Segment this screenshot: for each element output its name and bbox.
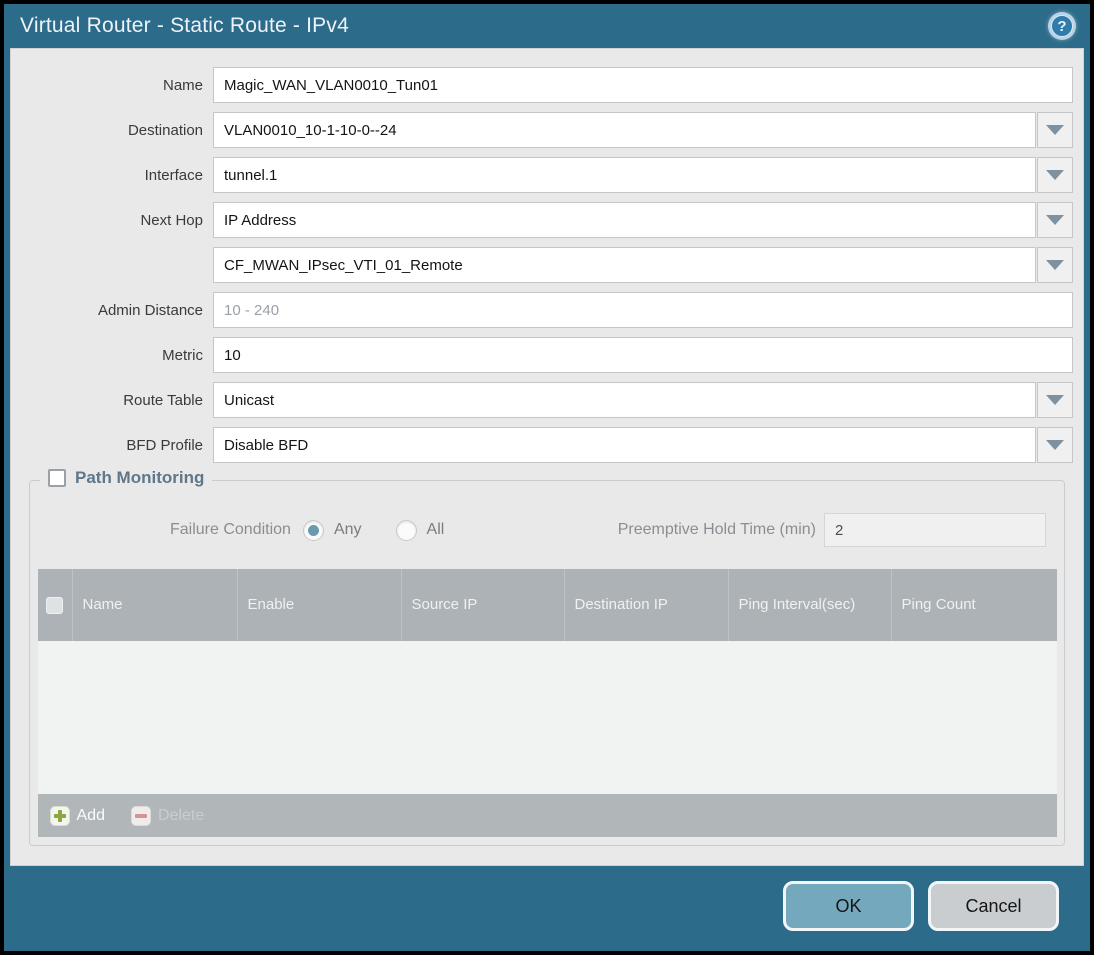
header-enable: Enable <box>236 569 401 641</box>
destination-input[interactable] <box>213 112 1036 148</box>
any-radio-label: Any <box>333 521 362 538</box>
dialog-screen: Virtual Router - Static Route - IPv4 ? N… <box>0 0 1094 955</box>
next-hop-address-input[interactable] <box>213 247 1036 283</box>
destination-field-wrap <box>213 112 1073 148</box>
bfd-profile-dropdown-button[interactable] <box>1037 427 1073 463</box>
admin-distance-field-wrap <box>213 292 1073 328</box>
hold-time-label: Preemptive Hold Time (min) <box>617 521 816 538</box>
next-hop-type-dropdown-button[interactable] <box>1037 202 1073 238</box>
metric-label: Metric <box>162 346 203 364</box>
form-row-next-hop: Next Hop <box>21 202 1073 238</box>
path-monitoring-title: Path Monitoring <box>75 468 205 487</box>
admin-distance-input[interactable] <box>213 292 1073 328</box>
chevron-down-icon <box>1046 260 1064 270</box>
radio-option-any: Any <box>302 519 362 541</box>
destination-dropdown-button[interactable] <box>1037 112 1073 148</box>
route-table-label: Route Table <box>123 391 203 409</box>
path-monitoring-legend: Path Monitoring <box>40 468 213 488</box>
form-row-bfd-profile: BFD Profile <box>21 427 1073 463</box>
all-radio-label: All <box>426 521 445 538</box>
form-row-next-hop-address <box>21 247 1073 283</box>
delete-button[interactable]: Delete <box>130 805 205 826</box>
all-radio[interactable] <box>395 519 417 541</box>
header-select-all-cell <box>38 569 72 641</box>
header-destination-ip: Destination IP <box>563 569 728 641</box>
table-empty-body <box>37 641 1057 794</box>
route-table-field-wrap <box>213 382 1073 418</box>
chevron-down-icon <box>1046 395 1064 405</box>
route-table-dropdown-button[interactable] <box>1037 382 1073 418</box>
interface-label: Interface <box>144 166 203 184</box>
next-hop-label: Next Hop <box>140 211 203 229</box>
table-header-row: Name Enable Source IP Destination IP Pin… <box>37 569 1057 641</box>
chevron-down-icon <box>1046 170 1064 180</box>
add-button-label: Add <box>76 806 105 824</box>
failure-condition-row: Failure Condition Any All Preemptive Hol… <box>30 513 1064 547</box>
chevron-down-icon <box>1046 125 1064 135</box>
metric-input[interactable] <box>213 337 1073 373</box>
admin-distance-label: Admin Distance <box>97 301 203 319</box>
form-row-interface: Interface <box>21 157 1073 193</box>
failure-condition-options: Any All <box>302 519 445 541</box>
route-table-input[interactable] <box>213 382 1036 418</box>
dialog-title: Virtual Router - Static Route - IPv4 <box>20 14 349 37</box>
header-name: Name <box>71 569 237 641</box>
path-monitoring-checkbox[interactable] <box>48 469 66 487</box>
plus-icon <box>49 805 70 826</box>
bfd-profile-label: BFD Profile <box>126 436 203 454</box>
form-row-route-table: Route Table <box>21 382 1073 418</box>
ok-button[interactable]: OK <box>783 881 914 931</box>
form-row-name: Name <box>21 67 1073 103</box>
radio-option-all: All <box>395 519 445 541</box>
question-mark-glyph: ? <box>1051 15 1073 37</box>
hold-time-input[interactable] <box>824 513 1046 547</box>
path-monitoring-section: Path Monitoring Failure Condition Any Al… <box>29 468 1065 846</box>
interface-field-wrap <box>213 157 1073 193</box>
hold-time-group: Preemptive Hold Time (min) <box>618 513 1046 547</box>
interface-input[interactable] <box>213 157 1036 193</box>
any-radio[interactable] <box>302 519 324 541</box>
destination-label: Destination <box>127 121 203 139</box>
table-toolbar: Add Delete <box>37 794 1057 837</box>
form-row-metric: Metric <box>21 337 1073 373</box>
bfd-profile-field-wrap <box>213 427 1073 463</box>
next-hop-address-field-wrap <box>213 247 1073 283</box>
bfd-profile-input[interactable] <box>213 427 1036 463</box>
form-row-admin-distance: Admin Distance <box>21 292 1073 328</box>
failure-condition-label: Failure Condition <box>170 521 291 538</box>
next-hop-type-input[interactable] <box>213 202 1036 238</box>
interface-dropdown-button[interactable] <box>1037 157 1073 193</box>
name-field-wrap <box>213 67 1073 103</box>
path-monitoring-table: Name Enable Source IP Destination IP Pin… <box>37 569 1057 837</box>
dialog-frame: Virtual Router - Static Route - IPv4 ? N… <box>4 4 1090 951</box>
cancel-button[interactable]: Cancel <box>928 881 1059 931</box>
name-label: Name <box>162 76 203 94</box>
name-input[interactable] <box>213 67 1073 103</box>
dialog-body: Name Destination Interface <box>10 48 1084 866</box>
titlebar: Virtual Router - Static Route - IPv4 ? <box>4 4 1090 48</box>
chevron-down-icon <box>1046 440 1064 450</box>
dialog-footer-buttons: OK Cancel <box>783 881 1059 931</box>
radio-selected-dot <box>307 524 319 536</box>
add-button[interactable]: Add <box>49 805 105 826</box>
metric-field-wrap <box>213 337 1073 373</box>
delete-button-label: Delete <box>157 806 205 824</box>
minus-icon <box>130 805 151 826</box>
next-hop-field-wrap <box>213 202 1073 238</box>
select-all-checkbox[interactable] <box>46 596 63 614</box>
help-icon[interactable]: ? <box>1048 12 1076 40</box>
header-ping-interval: Ping Interval(sec) <box>727 569 891 641</box>
next-hop-address-dropdown-button[interactable] <box>1037 247 1073 283</box>
form-row-destination: Destination <box>21 112 1073 148</box>
header-ping-count: Ping Count <box>890 569 1057 641</box>
header-source-ip: Source IP <box>400 569 564 641</box>
chevron-down-icon <box>1046 215 1064 225</box>
